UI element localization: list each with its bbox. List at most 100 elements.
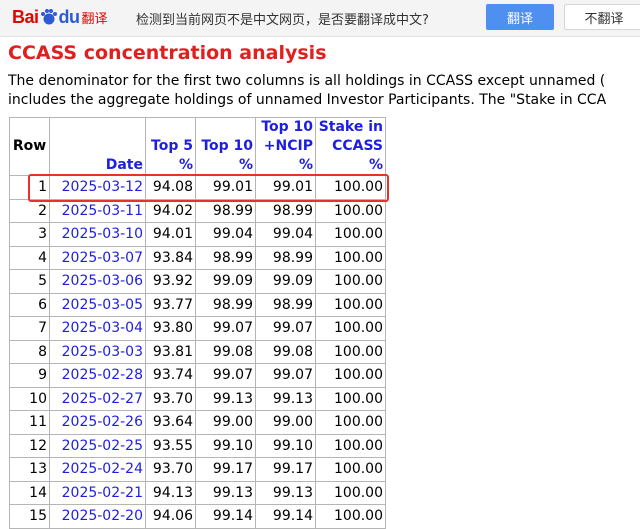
stake-cell: 100.00 (315, 480, 386, 505)
date-link[interactable]: 2025-03-10 (49, 222, 146, 247)
table-row: 2 2025-03-11 94.02 98.99 98.99 100.00 (9, 198, 386, 223)
translate-button[interactable]: 翻译 (486, 4, 554, 30)
top5-cell: 93.80 (145, 316, 196, 341)
top10-ncip-cell: 99.14 (255, 504, 316, 529)
row-number-cell: 3 (9, 222, 50, 247)
table-header-row: Row Date Top 5% Top 10% Top 10 +NCIP% Sta… (9, 117, 386, 176)
baidu-translate-logo: Bai du 翻译 (12, 6, 108, 28)
date-link[interactable]: 2025-02-20 (49, 504, 146, 529)
top10-cell: 99.14 (195, 504, 256, 529)
translate-bar: Bai du 翻译 检测到当前网页不是中文网页，是否要翻译成中文? 翻译 不翻译 (0, 0, 640, 37)
translate-prompt-message: 检测到当前网页不是中文网页，是否要翻译成中文? (136, 13, 429, 28)
header-top5[interactable]: Top 5% (145, 117, 196, 176)
top5-cell: 94.06 (145, 504, 196, 529)
stake-cell: 100.00 (315, 222, 386, 247)
top5-cell: 94.02 (145, 198, 196, 223)
top10-cell: 99.08 (195, 339, 256, 364)
table-row: 6 2025-03-05 93.77 98.99 98.99 100.00 (9, 292, 386, 317)
table-row: 11 2025-02-26 93.64 99.00 99.00 100.00 (9, 410, 386, 435)
date-link[interactable]: 2025-02-28 (49, 363, 146, 388)
top10-cell: 99.04 (195, 222, 256, 247)
top10-ncip-cell: 99.04 (255, 222, 316, 247)
date-link[interactable]: 2025-03-07 (49, 245, 146, 270)
date-link[interactable]: 2025-02-27 (49, 386, 146, 411)
stake-cell: 100.00 (315, 198, 386, 223)
header-top10-ncip[interactable]: Top 10 +NCIP% (255, 117, 316, 176)
header-top10[interactable]: Top 10% (195, 117, 256, 176)
date-link[interactable]: 2025-02-26 (49, 410, 146, 435)
top10-cell: 99.17 (195, 457, 256, 482)
stake-cell: 100.00 (315, 292, 386, 317)
description-line-1: The denominator for the first two column… (8, 73, 606, 89)
stake-cell: 100.00 (315, 386, 386, 411)
stake-cell: 100.00 (315, 269, 386, 294)
stake-cell: 100.00 (315, 410, 386, 435)
stake-cell: 100.00 (315, 433, 386, 458)
top10-ncip-cell: 99.10 (255, 433, 316, 458)
ccass-concentration-table: Row Date Top 5% Top 10% Top 10 +NCIP% Sta… (9, 117, 386, 529)
top10-ncip-cell: 99.07 (255, 363, 316, 388)
date-link[interactable]: 2025-03-11 (49, 198, 146, 223)
top10-cell: 99.10 (195, 433, 256, 458)
date-link[interactable]: 2025-03-06 (49, 269, 146, 294)
logo-bai-text: Bai (12, 6, 39, 27)
logo-fanyi-text: 翻译 (81, 11, 108, 27)
top10-cell: 99.01 (195, 175, 256, 200)
top10-ncip-cell: 99.13 (255, 480, 316, 505)
stake-cell: 100.00 (315, 504, 386, 529)
top10-cell: 99.07 (195, 363, 256, 388)
date-link[interactable]: 2025-02-24 (49, 457, 146, 482)
stake-cell: 100.00 (315, 457, 386, 482)
top5-cell: 93.92 (145, 269, 196, 294)
table-row: 3 2025-03-10 94.01 99.04 99.04 100.00 (9, 222, 386, 247)
date-link[interactable]: 2025-03-03 (49, 339, 146, 364)
top10-ncip-cell: 99.13 (255, 386, 316, 411)
stake-cell: 100.00 (315, 339, 386, 364)
date-link[interactable]: 2025-02-21 (49, 480, 146, 505)
date-link[interactable]: 2025-02-25 (49, 433, 146, 458)
table-row: 10 2025-02-27 93.70 99.13 99.13 100.00 (9, 386, 386, 411)
top10-ncip-cell: 98.99 (255, 245, 316, 270)
table-row: 13 2025-02-24 93.70 99.17 99.17 100.00 (9, 457, 386, 482)
table-row: 12 2025-02-25 93.55 99.10 99.10 100.00 (9, 433, 386, 458)
no-translate-button[interactable]: 不翻译 (564, 4, 640, 30)
table-row: 7 2025-03-04 93.80 99.07 99.07 100.00 (9, 316, 386, 341)
top5-cell: 93.77 (145, 292, 196, 317)
stake-cell: 100.00 (315, 245, 386, 270)
top10-cell: 98.99 (195, 245, 256, 270)
top10-cell: 99.07 (195, 316, 256, 341)
top5-cell: 94.13 (145, 480, 196, 505)
top10-ncip-cell: 98.99 (255, 198, 316, 223)
row-number-cell: 8 (9, 339, 50, 364)
logo-du-text: du (58, 6, 81, 27)
header-row[interactable]: Row (9, 117, 50, 176)
top5-cell: 94.01 (145, 222, 196, 247)
row-number-cell: 15 (9, 504, 50, 529)
top5-cell: 93.70 (145, 386, 196, 411)
date-link[interactable]: 2025-03-04 (49, 316, 146, 341)
header-date[interactable]: Date (49, 117, 146, 176)
row-number-cell: 10 (9, 386, 50, 411)
description-line-2: includes the aggregate holdings of unnam… (8, 92, 607, 108)
row-number-cell: 7 (9, 316, 50, 341)
top5-cell: 93.55 (145, 433, 196, 458)
row-number-cell: 13 (9, 457, 50, 482)
top10-ncip-cell: 99.08 (255, 339, 316, 364)
row-number-cell: 5 (9, 269, 50, 294)
row-number-cell: 2 (9, 198, 50, 223)
top10-cell: 99.09 (195, 269, 256, 294)
top10-cell: 99.13 (195, 480, 256, 505)
row-number-cell: 14 (9, 480, 50, 505)
header-stake-in-ccass[interactable]: Stake in CCASS% (315, 117, 386, 176)
top5-cell: 94.08 (145, 175, 196, 200)
top5-cell: 93.64 (145, 410, 196, 435)
row-number-cell: 9 (9, 363, 50, 388)
table-body: 1 2025-03-12 94.08 99.01 99.01 100.00 2 2025-03… (9, 175, 386, 529)
date-link[interactable]: 2025-03-12 (49, 175, 146, 200)
top10-cell: 98.99 (195, 198, 256, 223)
date-link[interactable]: 2025-03-05 (49, 292, 146, 317)
table-row: 4 2025-03-07 93.84 98.99 98.99 100.00 (9, 245, 386, 270)
table-row: 15 2025-02-20 94.06 99.14 99.14 100.00 (9, 504, 386, 529)
row-number-cell: 12 (9, 433, 50, 458)
row-number-cell: 1 (9, 175, 50, 200)
